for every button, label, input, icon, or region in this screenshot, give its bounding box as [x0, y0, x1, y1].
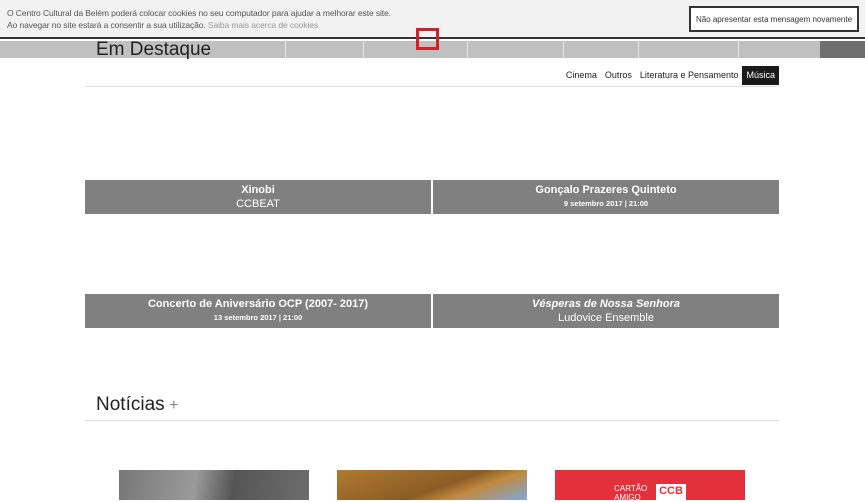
cookie-line-1: O Centro Cultural da Belém poderá coloca…	[7, 8, 391, 18]
cookie-message: O Centro Cultural da Belém poderá coloca…	[7, 7, 391, 31]
event-date: 13 setembro 2017 | 21:00	[213, 313, 303, 322]
divider	[85, 420, 779, 421]
tab-outros[interactable]: Outros	[601, 66, 636, 85]
dismiss-cookie-button[interactable]: Não apresentar esta mensagem novamente	[689, 6, 859, 32]
category-tabs: Cinema Outros Literatura e Pensamento Mú…	[562, 66, 779, 85]
cartao-amigo-promo[interactable]: CARTÃO AMIGO CCB	[555, 470, 745, 502]
tab-cinema[interactable]: Cinema	[562, 66, 601, 85]
event-card[interactable]: Gonçalo Prazeres Quinteto 9 setembro 201…	[433, 180, 779, 214]
nav-divider	[363, 41, 364, 58]
tab-literatura[interactable]: Literatura e Pensamento	[636, 66, 743, 85]
news-heading: Notícias +	[96, 394, 178, 416]
event-date: 9 setembro 2017 | 21:00	[563, 199, 649, 208]
event-title: Vésperas de Nossa Senhora	[532, 298, 680, 310]
news-more-icon[interactable]: +	[169, 397, 178, 414]
event-card[interactable]: Vésperas de Nossa Senhora Ludovice Ensem…	[433, 294, 779, 328]
nav-divider	[467, 41, 468, 58]
news-image[interactable]	[337, 470, 527, 500]
news-image[interactable]	[119, 470, 309, 500]
featured-title: Em Destaque	[96, 39, 212, 60]
news-title: Notícias	[96, 394, 165, 415]
event-title: Xinobi	[241, 184, 275, 196]
event-subtitle: CCBEAT	[236, 198, 280, 210]
event-card[interactable]: Concerto de Aniversário OCP (2007- 2017)…	[85, 294, 431, 328]
divider	[85, 86, 779, 87]
nav-divider	[738, 41, 739, 58]
tab-musica[interactable]: Música	[742, 66, 779, 85]
nav-divider	[563, 41, 564, 58]
event-title: Concerto de Aniversário OCP (2007- 2017)	[147, 298, 369, 310]
cookie-more-link[interactable]: Saiba mais acerca de cookies	[208, 20, 318, 30]
highlight-marker	[416, 28, 439, 50]
ccb-logo: CCB	[656, 484, 686, 500]
event-card[interactable]: Xinobi CCBEAT	[85, 180, 431, 214]
event-title: Gonçalo Prazeres Quinteto	[535, 184, 677, 196]
nav-dark-block[interactable]	[820, 41, 865, 58]
nav-divider	[285, 41, 286, 58]
event-subtitle: Ludovice Ensemble	[557, 312, 654, 324]
nav-divider	[638, 41, 639, 58]
cookie-line-2: Ao navegar no site estará a consentir a …	[7, 20, 206, 30]
promo-text: CARTÃO AMIGO	[614, 484, 648, 502]
